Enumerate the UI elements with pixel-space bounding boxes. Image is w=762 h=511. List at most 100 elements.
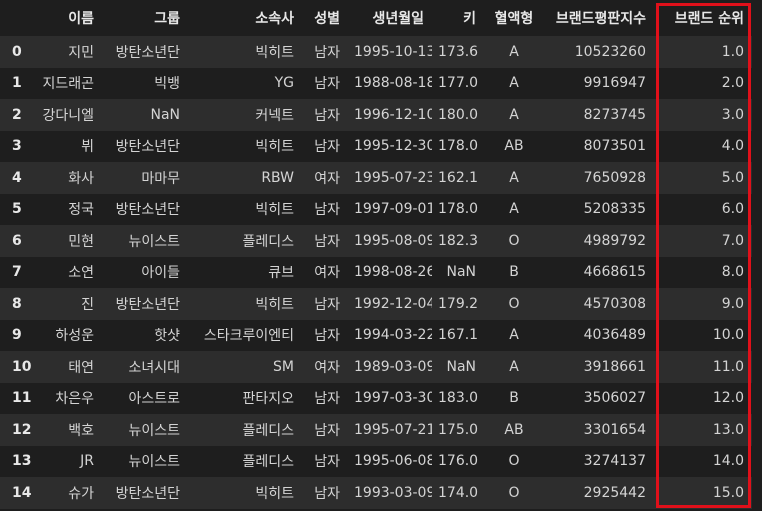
cell-gender: 남자 bbox=[314, 233, 340, 250]
cell-birth: 1995-07-21 bbox=[354, 421, 432, 438]
cell-agency: 빅히트 bbox=[255, 44, 294, 61]
cell-brand-index: 3918661 bbox=[583, 358, 646, 375]
table-row: 8 진 방탄소년단 빅히트 남자 1992-12-04 179.2 O 4570308 9.0 bbox=[0, 288, 752, 320]
cell-brand-rank: 9.0 bbox=[721, 295, 744, 312]
cell-gender: 남자 bbox=[314, 107, 340, 124]
cell-gender: 남자 bbox=[314, 202, 340, 219]
cell-group: 방탄소년단 bbox=[115, 139, 180, 156]
cell-birth: 1988-08-18 bbox=[354, 75, 432, 92]
header-height: 키 bbox=[463, 11, 476, 27]
table-row: 10 태연 소녀시대 SM 여자 1989-03-09 NaN A 3918661 11.0 bbox=[0, 351, 752, 383]
cell-group: 방탄소년단 bbox=[115, 202, 180, 219]
cell-height: 182.3 bbox=[438, 232, 479, 249]
cell-blood: AB bbox=[504, 138, 524, 155]
cell-birth: 1995-07-23 bbox=[354, 169, 432, 186]
row-index: 9 bbox=[12, 327, 22, 344]
row-index: 8 bbox=[12, 295, 22, 312]
cell-agency: 빅히트 bbox=[255, 485, 294, 502]
cell-gender: 여자 bbox=[314, 265, 340, 282]
cell-blood: AB bbox=[504, 421, 524, 438]
cell-brand-index: 7650928 bbox=[583, 169, 646, 186]
cell-group: NaN bbox=[150, 106, 180, 123]
cell-group: 방탄소년단 bbox=[115, 44, 180, 61]
cell-brand-index: 4668615 bbox=[583, 264, 646, 281]
table-row: 14 슈가 방탄소년단 빅히트 남자 1993-03-09 174.0 O 2925442 15.… bbox=[0, 477, 752, 509]
cell-height: 180.0 bbox=[438, 106, 479, 123]
cell-name: 화사 bbox=[68, 170, 94, 187]
cell-brand-rank: 1.0 bbox=[721, 43, 744, 60]
cell-name: 지민 bbox=[68, 44, 94, 61]
cell-gender: 남자 bbox=[314, 139, 340, 156]
cell-name: 뷔 bbox=[81, 139, 94, 156]
cell-brand-rank: 15.0 bbox=[712, 484, 744, 501]
cell-name: 태연 bbox=[68, 359, 94, 376]
cell-brand-rank: 10.0 bbox=[712, 327, 744, 344]
cell-brand-rank: 4.0 bbox=[721, 138, 744, 155]
cell-gender: 남자 bbox=[314, 454, 340, 471]
cell-brand-index: 8073501 bbox=[583, 138, 646, 155]
cell-birth: 1993-03-09 bbox=[354, 484, 432, 501]
row-index: 13 bbox=[12, 453, 32, 470]
cell-height: NaN bbox=[446, 358, 476, 375]
cell-brand-rank: 11.0 bbox=[712, 358, 744, 375]
table-row: 0 지민 방탄소년단 빅히트 남자 1995-10-13 173.6 A 10523260 1.0 bbox=[0, 36, 752, 68]
cell-group: 아이들 bbox=[141, 265, 180, 282]
cell-group: 아스트로 bbox=[128, 391, 180, 408]
row-index: 12 bbox=[12, 421, 32, 438]
cell-height: 174.0 bbox=[438, 484, 479, 501]
header-blood: 혈액형 bbox=[494, 11, 534, 27]
cell-agency: RBW bbox=[261, 169, 294, 186]
table-row: 7 소연 아이들 큐브 여자 1998-08-26 NaN B 4668615 8.0 bbox=[0, 256, 752, 288]
row-index: 5 bbox=[12, 201, 22, 218]
cell-height: 179.2 bbox=[438, 295, 479, 312]
cell-brand-index: 9916947 bbox=[583, 75, 646, 92]
cell-height: 183.0 bbox=[438, 390, 479, 407]
table-row: 13 JR 뉴이스트 플레디스 남자 1995-06-08 176.0 O 3274137 14.… bbox=[0, 445, 752, 477]
cell-name: 정국 bbox=[68, 202, 94, 219]
row-index: 7 bbox=[12, 264, 22, 281]
row-index: 14 bbox=[12, 484, 32, 501]
cell-birth: 1997-03-30 bbox=[354, 390, 432, 407]
cell-brand-index: 3274137 bbox=[583, 453, 646, 470]
cell-group: 마마무 bbox=[141, 170, 180, 187]
cell-blood: A bbox=[509, 327, 519, 344]
cell-height: 167.1 bbox=[438, 327, 479, 344]
cell-height: 178.0 bbox=[438, 201, 479, 218]
cell-name: 지드래곤 bbox=[42, 76, 94, 93]
row-index: 2 bbox=[12, 106, 22, 123]
cell-agency: SM bbox=[273, 358, 294, 375]
cell-group: 방탄소년단 bbox=[115, 296, 180, 313]
header-index bbox=[0, 0, 32, 36]
cell-blood: A bbox=[509, 201, 519, 218]
row-index: 6 bbox=[12, 232, 22, 249]
cell-height: 177.0 bbox=[438, 75, 479, 92]
cell-agency: 빅히트 bbox=[255, 202, 294, 219]
cell-agency: 큐브 bbox=[268, 265, 294, 282]
cell-brand-rank: 8.0 bbox=[721, 264, 744, 281]
cell-gender: 남자 bbox=[314, 296, 340, 313]
table-row: 5 정국 방탄소년단 빅히트 남자 1997-09-01 178.0 A 5208335 6.0 bbox=[0, 193, 752, 225]
cell-brand-rank: 2.0 bbox=[721, 75, 744, 92]
cell-birth: 1997-09-01 bbox=[354, 201, 432, 218]
cell-brand-rank: 6.0 bbox=[721, 201, 744, 218]
cell-birth: 1994-03-22 bbox=[354, 327, 432, 344]
cell-agency: YG bbox=[274, 75, 294, 92]
cell-gender: 여자 bbox=[314, 359, 340, 376]
header-brand-rank: 브랜드 순위 bbox=[674, 11, 744, 27]
cell-brand-rank: 14.0 bbox=[712, 453, 744, 470]
row-index: 4 bbox=[12, 169, 22, 186]
cell-blood: A bbox=[509, 358, 519, 375]
cell-group: 뉴이스트 bbox=[128, 454, 180, 471]
cell-height: 176.0 bbox=[438, 453, 479, 470]
dataframe-table: 이름 그룹 소속사 성별 생년월일 키 혈액형 브랜드평판지수 브랜드 순위 0… bbox=[0, 0, 752, 509]
cell-birth: 1996-12-10 bbox=[354, 106, 432, 123]
table-row: 9 하성운 핫샷 스타크루이엔티 남자 1994-03-22 167.1 A 4036489 10… bbox=[0, 319, 752, 351]
cell-agency: 판타지오 bbox=[242, 391, 294, 408]
cell-gender: 남자 bbox=[314, 422, 340, 439]
row-index: 1 bbox=[12, 75, 22, 92]
cell-agency: 플레디스 bbox=[242, 233, 294, 250]
cell-height: 175.0 bbox=[438, 421, 479, 438]
cell-group: 뉴이스트 bbox=[128, 233, 180, 250]
cell-birth: 1995-08-09 bbox=[354, 232, 432, 249]
cell-birth: 1995-06-08 bbox=[354, 453, 432, 470]
